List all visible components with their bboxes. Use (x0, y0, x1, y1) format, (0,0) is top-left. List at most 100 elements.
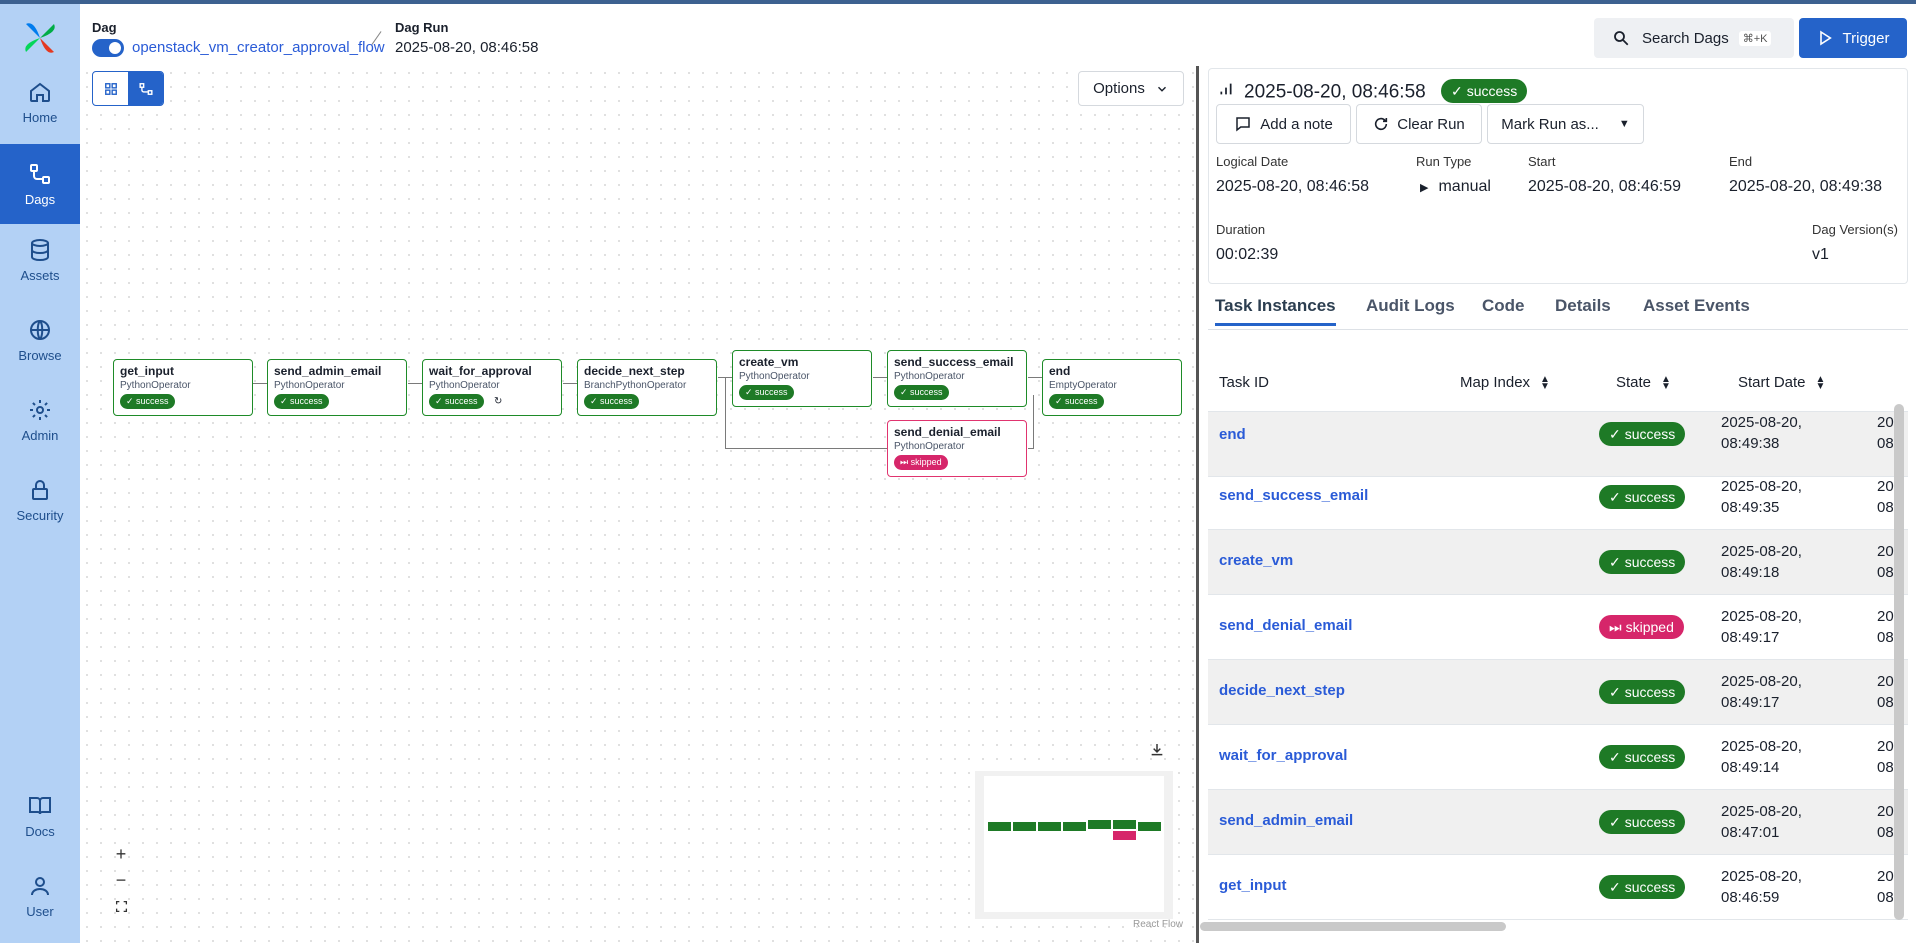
task-node-operator: PythonOperator (894, 441, 965, 452)
graph-edge (1028, 377, 1042, 378)
table-row: get_input ✓ success 2025-08-20, 08:46:59 … (1208, 855, 1908, 920)
truncated-cell: 20 08 (1877, 608, 1894, 646)
grid-view-button[interactable] (93, 72, 128, 105)
task-node-state: ✓ success (274, 394, 329, 409)
task-node-name: decide_next_step (584, 364, 685, 378)
column-state[interactable]: State ▲ ▼ (1616, 374, 1671, 391)
nav-dags-label: Dags (24, 191, 56, 207)
task-id-link[interactable]: get_input (1219, 877, 1287, 894)
nav-user-label: User (26, 903, 54, 919)
add-note-button[interactable]: Add a note (1216, 104, 1351, 144)
search-icon (1614, 31, 1629, 46)
sort-icon: ▲ ▼ (1540, 373, 1550, 392)
table-row: send_denial_email ⏭ skipped 2025-08-20, 0… (1208, 595, 1908, 660)
task-id-link[interactable]: decide_next_step (1219, 682, 1345, 699)
mark-run-as-button[interactable]: Mark Run as... ▼ (1487, 104, 1644, 144)
fit-view-button[interactable] (110, 895, 132, 917)
end-label: End (1729, 154, 1753, 169)
run-title: 2025-08-20, 08:46:58 ✓ success (1244, 79, 1528, 104)
duration-value: 00:02:39 (1216, 246, 1279, 263)
play-icon (1819, 30, 1832, 46)
tab-details[interactable]: Details (1555, 296, 1611, 316)
search-shortcut: ⌘+K (1738, 30, 1772, 46)
nav-docs[interactable]: Docs (0, 776, 80, 856)
graph-options-button[interactable]: Options (1078, 71, 1184, 106)
task-node-wait-for-approval[interactable]: wait_for_approval PythonOperator ✓ succe… (422, 359, 562, 416)
horizontal-scrollbar[interactable] (1200, 922, 1506, 931)
state-badge: ✓ success (1599, 422, 1686, 446)
task-node-name: send_success_email (894, 355, 1014, 369)
search-dags-button[interactable]: Search Dags ⌘+K (1594, 18, 1794, 58)
state-badge: ✓ success (1599, 810, 1686, 834)
table-row: decide_next_step ✓ success 2025-08-20, 08… (1208, 660, 1908, 725)
tab-task-instances[interactable]: Task Instances (1215, 296, 1336, 326)
truncated-cell: 20 08 (1877, 738, 1894, 776)
task-id-link[interactable]: send_denial_email (1219, 617, 1352, 634)
breadcrumb-dag-link[interactable]: openstack_vm_creator_approval_flow (132, 39, 385, 56)
minimap-node (1038, 822, 1061, 831)
download-icon[interactable] (1149, 742, 1165, 758)
state-badge: ✓ success (1599, 680, 1686, 704)
clear-run-button[interactable]: Clear Run (1356, 104, 1482, 144)
task-id-link[interactable]: wait_for_approval (1219, 747, 1347, 764)
task-node-send-admin-email[interactable]: send_admin_email PythonOperator ✓ succes… (267, 359, 407, 416)
nav-home[interactable]: Home (0, 62, 80, 142)
dag-pause-toggle[interactable] (92, 39, 124, 57)
view-toggle (92, 71, 164, 106)
run-state-badge: ✓ success (1441, 79, 1528, 103)
table-row: wait_for_approval ✓ success 2025-08-20, 0… (1208, 725, 1908, 790)
tab-code[interactable]: Code (1482, 296, 1525, 316)
bar-chart-icon (1220, 83, 1232, 95)
task-node-name: send_admin_email (274, 364, 382, 378)
nav-dags[interactable]: Dags (0, 144, 80, 224)
truncated-cell: 20 08 (1877, 803, 1894, 841)
column-task-id[interactable]: Task ID (1219, 374, 1269, 391)
zoom-in-button[interactable]: + (110, 843, 132, 865)
task-node-create-vm[interactable]: create_vm PythonOperator ✓ success (732, 350, 872, 407)
task-node-state: ✓ success (429, 394, 484, 409)
state-badge: ✓ success (1599, 485, 1686, 509)
chevron-down-icon (1157, 86, 1166, 92)
tab-audit-logs[interactable]: Audit Logs (1366, 296, 1455, 316)
task-node-end[interactable]: end EmptyOperator ✓ success (1042, 359, 1182, 416)
zoom-out-button[interactable]: − (110, 869, 132, 891)
task-node-send-denial-email[interactable]: send_denial_email PythonOperator ⏭ skipp… (887, 420, 1027, 477)
graph-icon (138, 82, 153, 95)
nav-docs-label: Docs (25, 823, 55, 839)
task-node-get-input[interactable]: get_input PythonOperator ✓ success (113, 359, 253, 416)
dag-version-label: Dag Version(s) (1812, 222, 1898, 237)
react-flow-attribution[interactable]: React Flow (1133, 919, 1183, 930)
nav-assets[interactable]: Assets (0, 220, 80, 300)
nav-security[interactable]: Security (0, 460, 80, 540)
column-map-index[interactable]: Map Index ▲ ▼ (1460, 374, 1550, 391)
task-id-link[interactable]: end (1219, 426, 1246, 443)
task-node-state: ✓ success (894, 385, 949, 400)
tab-asset-events[interactable]: Asset Events (1643, 296, 1750, 316)
minimap-node (1063, 822, 1086, 831)
nav-admin-label: Admin (21, 427, 59, 443)
table-row: send_success_email ✓ success 2025-08-20,… (1208, 465, 1908, 530)
task-table-header: Task ID Map Index ▲ ▼ State ▲ ▼ Start Date ▲ ▼ (1208, 354, 1908, 412)
graph-view-button[interactable] (128, 72, 163, 105)
task-node-operator: EmptyOperator (1049, 380, 1117, 391)
nav-browse[interactable]: Browse (0, 300, 80, 380)
database-icon (31, 238, 49, 261)
task-node-name: get_input (120, 364, 174, 378)
task-id-link[interactable]: create_vm (1219, 552, 1293, 569)
minimap-node-skipped (1113, 831, 1136, 840)
task-node-decide-next-step[interactable]: decide_next_step BranchPythonOperator ✓ … (577, 359, 717, 416)
minimap-node (1088, 820, 1111, 829)
column-start-date[interactable]: Start Date ▲ ▼ (1738, 374, 1825, 391)
nav-assets-label: Assets (20, 267, 60, 283)
task-id-link[interactable]: send_admin_email (1219, 812, 1353, 829)
task-node-send-success-email[interactable]: send_success_email PythonOperator ✓ succ… (887, 350, 1027, 407)
nav-user[interactable]: User (0, 856, 80, 936)
book-icon (29, 796, 51, 814)
trigger-button[interactable]: Trigger (1799, 18, 1907, 58)
vertical-scrollbar[interactable] (1894, 404, 1904, 920)
minimap-node (1013, 822, 1036, 831)
state-badge: ✓ success (1599, 550, 1686, 574)
task-id-link[interactable]: send_success_email (1219, 487, 1368, 504)
airflow-logo[interactable] (20, 18, 60, 58)
nav-admin[interactable]: Admin (0, 380, 80, 460)
